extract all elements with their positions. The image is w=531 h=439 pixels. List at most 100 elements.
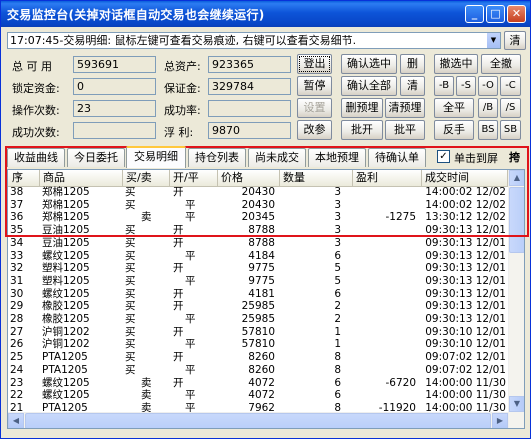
col-price-header[interactable]: 价格	[218, 170, 280, 186]
table-row[interactable]: 25 PTA1205 买 开 8260 8 09:07:02 12/01	[8, 352, 508, 363]
table-row[interactable]: 24 PTA1205 买 平 8260 8 09:07:02 12/01	[8, 363, 508, 376]
close-button[interactable]: ✕	[507, 5, 526, 23]
col-price-cell: 20345	[241, 211, 275, 224]
col-open-close-cell: 开	[173, 325, 184, 338]
logout-button[interactable]: 登出	[297, 54, 332, 74]
change-param-button[interactable]: 改参	[297, 120, 332, 140]
table-row[interactable]: 37 郑棉1205 买 平 20430 3 14:00:02 12/02	[8, 198, 508, 211]
tab-today-orders[interactable]: 今日委托	[67, 148, 125, 167]
batch-open-button[interactable]: 批开	[341, 120, 383, 140]
table-row[interactable]: 22 螺纹1205 卖 平 4072 6 14:00:00 11/30	[8, 390, 508, 401]
col-buy-sell-cell: 买	[125, 198, 136, 211]
op-count-field: 23	[73, 100, 156, 117]
col-qty-cell: 3	[334, 211, 341, 224]
slash-s-button[interactable]: /S	[500, 98, 521, 118]
title-bar[interactable]: 交易监控台(关掉对话框自动交易也会继续运行) _ □ ✕	[1, 1, 530, 27]
scroll-down-icon[interactable]: ▼	[509, 396, 524, 412]
col-open-close-cell: 开	[173, 300, 184, 313]
trade-details-table: 序商品 买/卖 开/平 价格 数量 盈利 成交时间 38 郑棉1205 买开 20430 3 14:0…	[7, 169, 525, 429]
col-time-header[interactable]: 成交时间	[422, 170, 508, 186]
tab-local-preorders[interactable]: 本地预埋	[308, 148, 366, 167]
col-seq-cell: 22	[10, 389, 24, 402]
minus-b-button[interactable]: -B	[434, 76, 454, 96]
horizontal-scroll-thumb[interactable]	[25, 413, 491, 428]
delete-button[interactable]: 删	[400, 54, 425, 74]
col-buy-sell-cell: 买	[125, 224, 136, 237]
batch-close-button[interactable]: 批平	[385, 120, 425, 140]
col-product-cell: 橡胶1205	[42, 300, 90, 313]
minus-s-button[interactable]: -S	[456, 76, 476, 96]
chevron-down-icon[interactable]: ▼	[487, 33, 500, 48]
col-product-cell: 橡胶1205	[42, 313, 90, 325]
col-product-cell: 塑料1205	[42, 262, 90, 275]
clear-message-button[interactable]: 清	[504, 31, 526, 50]
table-row[interactable]: 35 豆油1205 买 开 8788 3 09:30:13 12/01	[8, 225, 508, 236]
clear-preorder-button[interactable]: 清预埋	[385, 98, 425, 118]
table-row[interactable]: 36 郑棉1205 卖 平 20345 3 -1275 13:30:12 12/02	[8, 212, 508, 223]
vertical-scroll-thumb[interactable]	[509, 187, 524, 253]
col-buy-sell-cell: 买	[125, 274, 136, 287]
delete-preorder-button[interactable]: 删预埋	[341, 98, 383, 118]
col-open-close-cell: 平	[185, 389, 196, 402]
col-qty-header[interactable]: 数量	[280, 170, 353, 186]
slash-b-button[interactable]: /B	[478, 98, 498, 118]
col-open-close-header[interactable]: 开/平	[170, 170, 218, 186]
table-row[interactable]: 38 郑棉1205 买 开 20430 3 14:00:02 12/02	[8, 187, 508, 198]
col-qty-cell: 8	[334, 351, 341, 364]
scroll-right-icon[interactable]: ▶	[492, 413, 508, 428]
table-row[interactable]: 32 塑料1205 买 开 9775 5 09:30:13 12/01	[8, 263, 508, 274]
col-buy-sell-header[interactable]: 买/卖	[123, 170, 170, 186]
col-seq-cell: 33	[10, 249, 24, 262]
table-row[interactable]: 27 沪铜1202 买 开 57810 1 09:30:10 12/01	[8, 325, 508, 338]
maximize-button[interactable]: □	[486, 5, 505, 23]
col-buy-sell-cell: 买	[125, 338, 136, 351]
tab-unfilled[interactable]: 尚未成交	[248, 148, 306, 167]
col-profit-header[interactable]: 盈利	[353, 170, 422, 186]
confirm-all-button[interactable]: 确认全部	[341, 76, 397, 96]
settings-button[interactable]: 设置	[297, 98, 332, 118]
locked-funds-label: 锁定资金:	[12, 82, 60, 95]
table-row[interactable]: 30 螺纹1205 买 开 4181 6 09:30:13 12/01	[8, 288, 508, 300]
col-seq-cell: 28	[10, 313, 24, 325]
minus-o-button[interactable]: -O	[478, 76, 498, 96]
tab-trade-details[interactable]: 交易明细	[126, 146, 186, 168]
clear-button[interactable]: 清	[400, 76, 425, 96]
minimize-button[interactable]: _	[465, 5, 484, 23]
col-open-close-cell: 平	[185, 198, 196, 211]
col-seq-cell: 27	[10, 325, 24, 338]
sb-button[interactable]: SB	[500, 120, 521, 140]
pause-button[interactable]: 暂停	[297, 76, 332, 96]
reverse-button[interactable]: 反手	[434, 120, 474, 140]
tab-strip: 收益曲线 今日委托 交易明细 持仓列表 尚未成交 本地预埋 待确认单 ✓ 单击到…	[5, 146, 527, 168]
col-buy-sell-cell: 买	[125, 363, 136, 376]
table-row[interactable]: 26 沪铜1202 买 平 57810 1 09:30:10 12/01	[8, 339, 508, 350]
minus-c-button[interactable]: -C	[500, 76, 521, 96]
tab-profit-curve[interactable]: 收益曲线	[7, 148, 65, 167]
table-row[interactable]: 34 豆油1205 买 开 8788 3 09:30:13 12/01	[8, 236, 508, 249]
scroll-up-icon[interactable]: ▲	[509, 170, 524, 186]
table-row[interactable]: 31 塑料1205 买 平 9775 5 09:30:13 12/01	[8, 274, 508, 287]
tab-positions[interactable]: 持仓列表	[188, 148, 246, 167]
confirm-selected-button[interactable]: 确认选中	[341, 54, 397, 74]
table-row[interactable]: 29 橡胶1205 买 开 25985 2 09:30:13 12/01	[8, 301, 508, 312]
cancel-all-button[interactable]: 全撤	[481, 54, 521, 74]
col-product-header[interactable]: 商品	[40, 170, 123, 186]
bs-button[interactable]: BS	[478, 120, 498, 140]
table-row[interactable]: 28 橡胶1205 买 平 25985 2 09:30:13 12/01	[8, 314, 508, 325]
col-product-cell: 豆油1205	[42, 224, 90, 237]
col-buy-sell-cell: 卖	[141, 389, 152, 402]
single-click-to-screen-checkbox[interactable]: ✓	[437, 150, 450, 163]
col-open-close-cell: 开	[173, 236, 184, 249]
table-row[interactable]: 23 螺纹1205 卖 开 4072 6 -6720 14:00:00 11/30	[8, 377, 508, 389]
col-seq-cell: 24	[10, 363, 24, 376]
close-all-button[interactable]: 全平	[434, 98, 474, 118]
tab-pending-confirm[interactable]: 待确认单	[368, 148, 426, 167]
table-row[interactable]: 33 螺纹1205 买 平 4184 6 09:30:13 12/01	[8, 249, 508, 262]
horizontal-scrollbar[interactable]: ◀ ▶	[8, 412, 508, 428]
message-combobox[interactable]: 17:07:45-交易明细: 鼠标左键可查看交易痕迹, 右键可以查看交易细节.	[7, 32, 501, 49]
col-price-cell: 8788	[248, 224, 275, 237]
col-seq-header[interactable]: 序	[9, 170, 40, 186]
vertical-scrollbar[interactable]: ▲ ▼	[508, 170, 524, 428]
cancel-selected-button[interactable]: 撤选中	[434, 54, 478, 74]
scroll-left-icon[interactable]: ◀	[8, 413, 24, 428]
